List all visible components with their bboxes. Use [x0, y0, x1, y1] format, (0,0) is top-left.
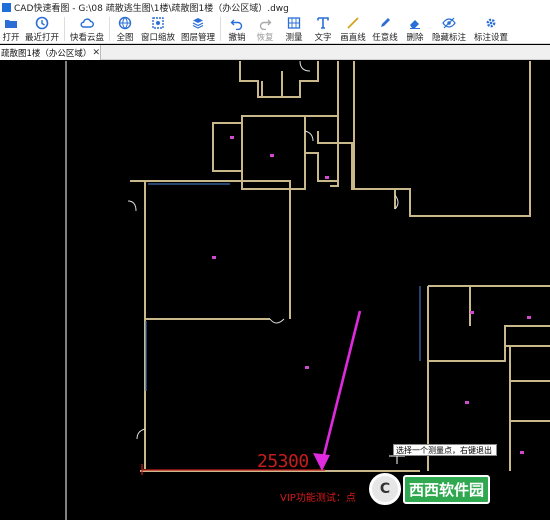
windows — [145, 183, 421, 391]
gear-icon — [486, 18, 496, 28]
arrow-shaft — [320, 310, 362, 464]
drawing-canvas[interactable]: 选择一个测量点，右键退出 25300 VIP功能测试：点 C 西西软件园 — [0, 61, 550, 520]
layers-button[interactable]: 图层管理 — [178, 14, 218, 44]
ruler-icon — [287, 17, 301, 29]
watermark-logo: C — [369, 473, 401, 505]
vip-notice: VIP功能测试：点 — [280, 493, 356, 504]
pencil-icon — [381, 18, 390, 27]
tab-document[interactable]: 疏散图1楼（办公区域） ✕ — [0, 45, 101, 60]
measure-button[interactable]: 测量 — [279, 14, 309, 44]
eye-off-icon — [442, 17, 456, 29]
doors — [127, 61, 399, 440]
full-view-button[interactable]: 全图 — [112, 14, 138, 44]
text-button[interactable]: 文字 — [309, 14, 337, 44]
zoom-window-icon — [152, 17, 164, 29]
eraser-icon — [410, 20, 420, 29]
app-icon — [2, 2, 11, 12]
arrow-head — [313, 453, 330, 471]
recent-button[interactable]: 最近打开 — [22, 14, 62, 44]
document-tabbar: 疏散图1楼（办公区域） ✕ — [0, 45, 550, 60]
undo-button[interactable]: 撤销 — [223, 14, 251, 44]
clock-icon — [35, 16, 49, 30]
line-icon — [347, 17, 359, 29]
cloud-button[interactable]: 快看云盘 — [67, 14, 107, 44]
globe-icon — [118, 16, 132, 30]
walls — [130, 61, 550, 472]
close-icon[interactable]: ✕ — [92, 48, 100, 58]
watermark-text: 西西软件园 — [403, 474, 491, 504]
watermark: C 西西软件园 — [369, 471, 534, 507]
cloud-icon — [80, 18, 94, 28]
measure-value: 25300 — [257, 451, 309, 472]
hide-marks-button[interactable]: 隐藏标注 — [429, 14, 469, 44]
redo-icon — [259, 19, 272, 30]
layers-icon — [192, 18, 204, 29]
toolbar-separator — [64, 17, 65, 41]
room-labels — [212, 136, 531, 454]
toolbar-separator — [220, 17, 221, 41]
folder-icon — [5, 20, 17, 28]
window-title: CAD快速看图 - G:\08 疏散逃生图\1楼\疏散图1楼（办公区域）.dwg — [14, 3, 289, 14]
freehand-button[interactable]: 任意线 — [369, 14, 401, 44]
open-button[interactable]: 打开 — [0, 14, 22, 44]
tab-label: 疏散图1楼（办公区域） — [1, 48, 92, 59]
mark-settings-button[interactable]: 标注设置 — [469, 14, 513, 44]
window-titlebar: CAD快速看图 - G:\08 疏散逃生图\1楼\疏散图1楼（办公区域）.dwg — [0, 0, 550, 14]
erase-button[interactable]: 删除 — [401, 14, 429, 44]
main-toolbar: 打开 最近打开 快看云盘 全图 窗口缩放 图层管理 撤销 恢复 测量 文字 画直… — [0, 14, 550, 44]
toolbar-separator — [109, 17, 110, 41]
undo-icon — [230, 19, 243, 30]
text-icon — [317, 17, 329, 29]
draw-line-button[interactable]: 画直线 — [337, 14, 369, 44]
window-zoom-button[interactable]: 窗口缩放 — [138, 14, 178, 44]
measure-tooltip: 选择一个测量点，右键退出 — [393, 444, 497, 456]
redo-button[interactable]: 恢复 — [251, 14, 279, 44]
